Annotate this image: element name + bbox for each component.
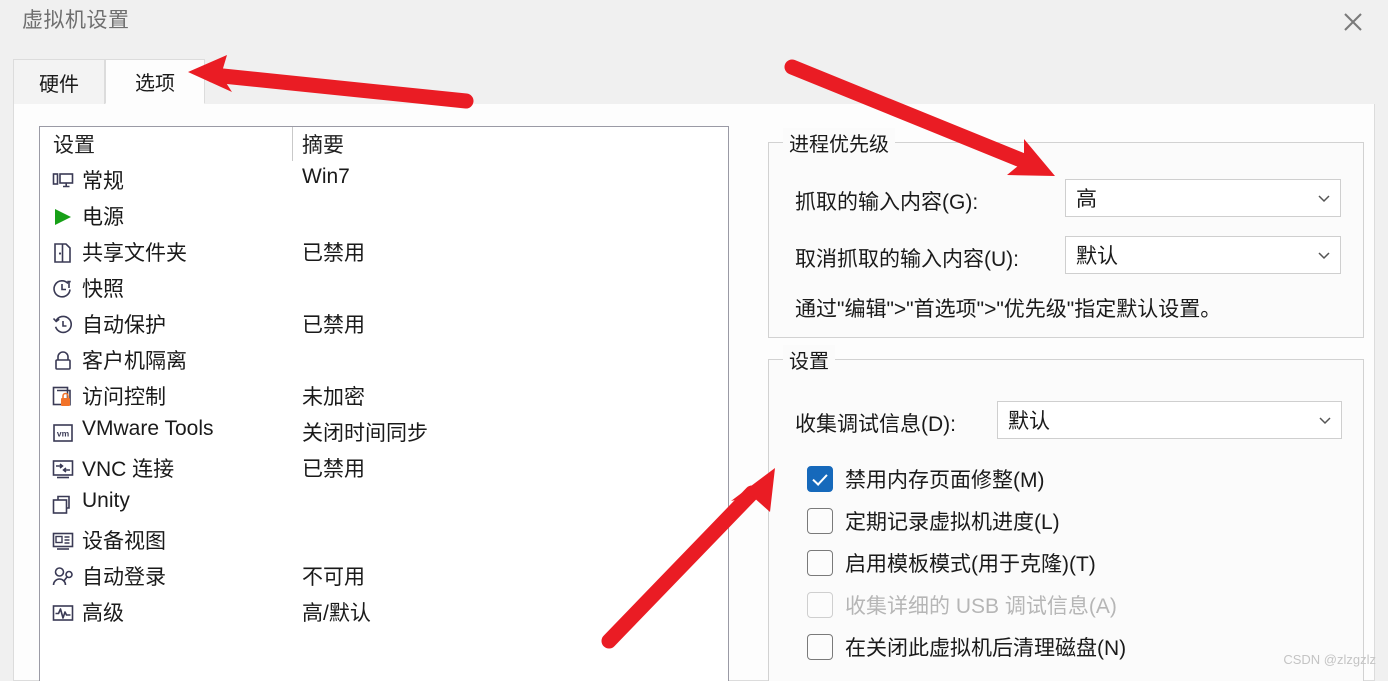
header-column-divider [292, 127, 293, 161]
settings-list[interactable]: 设置 摘要 常规 Win7 电源 共享文件夹 已禁用 快照 自动保护 已禁用 客… [39, 126, 729, 681]
ungrab-input-combo[interactable]: 默认 [1065, 236, 1341, 274]
list-item-shared-folders[interactable]: 共享文件夹 已禁用 [40, 235, 728, 271]
list-item-label: Unity [82, 489, 130, 512]
tab-strip-filler [205, 59, 1375, 105]
checkbox-label: 禁用内存页面修整(M) [845, 469, 1045, 492]
list-item-vnc-connection[interactable]: VNC 连接 已禁用 [40, 451, 728, 487]
checkbox-usb-debug-info: 收集详细的 USB 调试信息(A) [807, 586, 1117, 624]
checkbox-box[interactable] [807, 508, 833, 534]
list-item-summary: 已禁用 [302, 242, 365, 265]
debug-info-combo[interactable]: 默认 [997, 401, 1342, 439]
column-header-setting: 设置 [53, 134, 95, 157]
grab-input-value: 高 [1076, 188, 1097, 211]
checkbox-box [807, 592, 833, 618]
list-item-label: 访问控制 [82, 386, 166, 409]
chevron-down-icon [1308, 248, 1340, 262]
list-item-guest-isolation[interactable]: 客户机隔离 [40, 343, 728, 379]
tab-hardware-label: 硬件 [39, 73, 79, 96]
list-item-label: 高级 [82, 602, 124, 625]
close-icon [1340, 9, 1366, 35]
list-item-summary: 已禁用 [302, 314, 365, 337]
settings-group: 设置 收集调试信息(D): 默认 禁用内存页面修整(M) 定期记录虚拟机进度(L… [768, 345, 1364, 681]
vnc-icon [51, 457, 75, 481]
settings-group-title: 设置 [783, 345, 835, 374]
options-pane: 设置 摘要 常规 Win7 电源 共享文件夹 已禁用 快照 自动保护 已禁用 客… [13, 104, 1375, 681]
tab-hardware[interactable]: 硬件 [13, 59, 105, 104]
options-right-panel: 进程优先级 抓取的输入内容(G): 高 取消抓取的输入内容(U): 默认 通过"… [742, 104, 1376, 681]
list-item-summary: 未加密 [302, 386, 365, 409]
list-item-label: 共享文件夹 [82, 242, 187, 265]
list-item-device-view[interactable]: 设备视图 [40, 523, 728, 559]
chevron-down-icon [1308, 191, 1340, 205]
checkbox-label: 在关闭此虚拟机后清理磁盘(N) [845, 637, 1127, 660]
checkbox-box[interactable] [807, 634, 833, 660]
auto-login-user-icon [51, 565, 75, 589]
list-item-unity[interactable]: Unity [40, 487, 728, 523]
list-item-vmware-tools[interactable]: vm VMware Tools 关闭时间同步 [40, 415, 728, 451]
tab-options-label: 选项 [135, 73, 175, 95]
close-button[interactable] [1326, 0, 1380, 44]
list-item-general[interactable]: 常规 Win7 [40, 163, 728, 199]
vmware-tools-icon: vm [51, 421, 75, 445]
device-view-icon [51, 529, 75, 553]
list-item-label: 客户机隔离 [82, 350, 187, 373]
priority-hint-text: 通过"编辑">"首选项">"优先级"指定默认设置。 [795, 298, 1222, 321]
list-item-label: 快照 [82, 278, 124, 301]
folder-share-icon [51, 241, 75, 265]
tab-strip: 硬件 选项 [0, 44, 1388, 105]
list-item-auto-login[interactable]: 自动登录 不可用 [40, 559, 728, 595]
access-control-lock-icon [51, 385, 75, 409]
checkbox-box[interactable] [807, 550, 833, 576]
checkbox-log-vm-progress[interactable]: 定期记录虚拟机进度(L) [807, 502, 1060, 540]
list-item-label: 自动登录 [82, 566, 166, 589]
debug-info-label: 收集调试信息(D): [795, 413, 956, 436]
play-triangle-icon [51, 205, 75, 229]
list-item-label: VMware Tools [82, 417, 214, 440]
debug-info-value: 默认 [1008, 410, 1050, 433]
list-item-summary: 关闭时间同步 [302, 422, 428, 445]
watermark: CSDN @zlzgzlz [1283, 652, 1376, 667]
process-priority-title: 进程优先级 [783, 128, 895, 157]
list-item-label: 电源 [82, 206, 124, 229]
list-item-label: 常规 [82, 170, 124, 193]
list-item-label: 设备视图 [82, 530, 166, 553]
checkbox-label: 启用模板模式(用于克隆)(T) [845, 553, 1096, 576]
ungrab-input-label: 取消抓取的输入内容(U): [795, 248, 1019, 271]
list-item-autoprotect[interactable]: 自动保护 已禁用 [40, 307, 728, 343]
checkbox-box[interactable] [807, 466, 833, 492]
checkbox-enable-template-mode[interactable]: 启用模板模式(用于克隆)(T) [807, 544, 1096, 582]
settings-list-header: 设置 摘要 [40, 127, 728, 163]
tab-options[interactable]: 选项 [105, 59, 205, 104]
snapshot-clock-icon [51, 277, 75, 301]
svg-text:vm: vm [57, 429, 70, 439]
advanced-wave-icon [51, 601, 75, 625]
grab-input-label: 抓取的输入内容(G): [795, 191, 979, 214]
grab-input-combo[interactable]: 高 [1065, 179, 1341, 217]
list-item-summary: 不可用 [302, 566, 365, 589]
list-item-advanced[interactable]: 高级 高/默认 [40, 595, 728, 631]
checkbox-disable-memory-trim[interactable]: 禁用内存页面修整(M) [807, 460, 1044, 498]
autoprotect-clock-icon [51, 313, 75, 337]
checkbox-clean-disk-after-shutdown[interactable]: 在关闭此虚拟机后清理磁盘(N) [807, 628, 1126, 666]
column-header-summary: 摘要 [302, 134, 344, 157]
list-item-snapshots[interactable]: 快照 [40, 271, 728, 307]
list-item-power[interactable]: 电源 [40, 199, 728, 235]
list-item-summary: 已禁用 [302, 458, 365, 481]
list-item-summary: 高/默认 [302, 602, 371, 625]
lock-icon [51, 349, 75, 373]
ungrab-input-value: 默认 [1076, 245, 1118, 268]
list-item-access-control[interactable]: 访问控制 未加密 [40, 379, 728, 415]
list-item-summary: Win7 [302, 165, 350, 188]
window-title: 虚拟机设置 [22, 9, 130, 32]
monitor-icon [51, 169, 75, 193]
unity-icon [51, 493, 75, 517]
checkbox-label: 定期记录虚拟机进度(L) [845, 511, 1060, 534]
list-item-label: 自动保护 [82, 314, 166, 337]
checkbox-label: 收集详细的 USB 调试信息(A) [845, 595, 1117, 618]
chevron-down-icon [1309, 413, 1341, 427]
title-bar: 虚拟机设置 [0, 0, 1388, 44]
list-item-label: VNC 连接 [82, 458, 175, 481]
process-priority-group: 进程优先级 抓取的输入内容(G): 高 取消抓取的输入内容(U): 默认 通过"… [768, 128, 1364, 338]
